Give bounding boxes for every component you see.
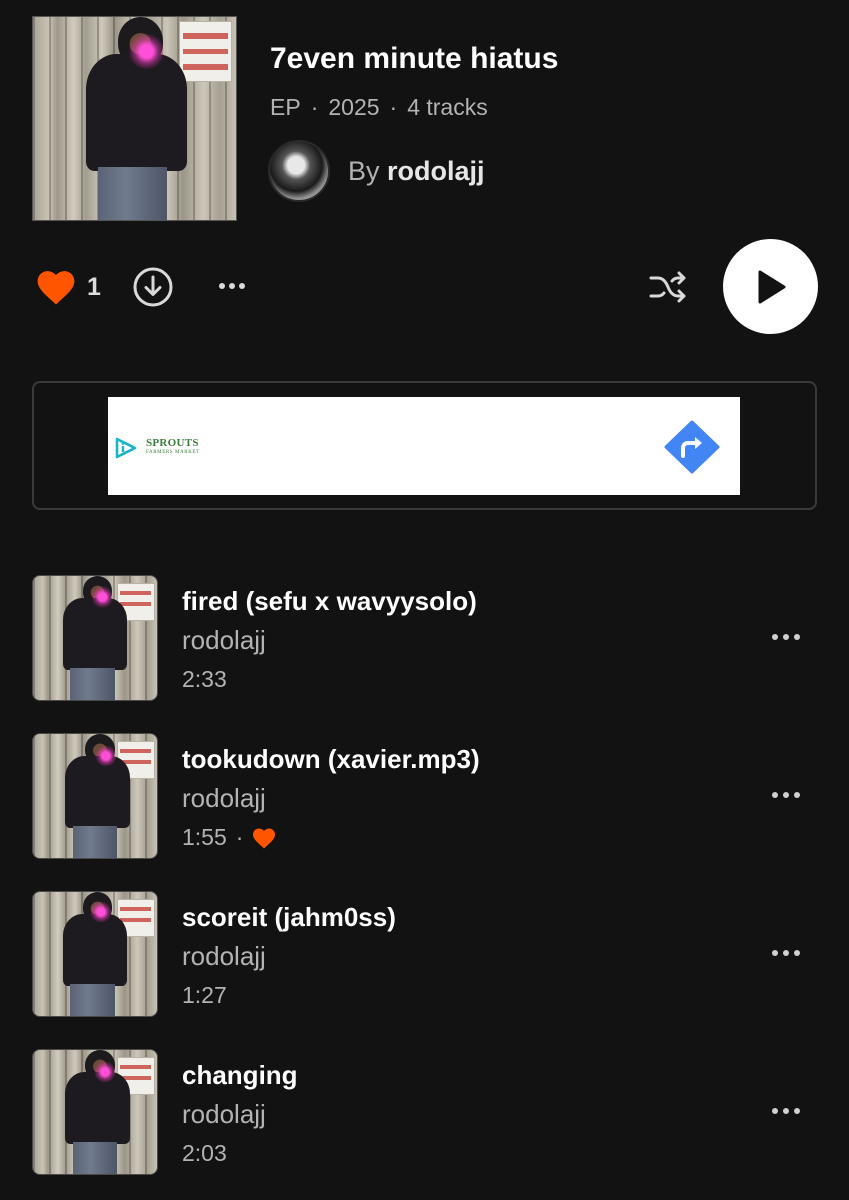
shuffle-icon bbox=[649, 271, 686, 303]
ad-tagline: FARMERS MARKET bbox=[146, 450, 200, 455]
track-duration: 1:27 bbox=[182, 982, 227, 1008]
track-artwork bbox=[32, 1049, 158, 1175]
ad-choices-icon bbox=[115, 437, 137, 459]
shuffle-button[interactable] bbox=[647, 266, 689, 308]
more-icon bbox=[219, 283, 245, 289]
track-artwork bbox=[32, 575, 158, 701]
track-more-icon[interactable] bbox=[768, 783, 804, 807]
track-artwork bbox=[32, 891, 158, 1017]
album-meta: EP · 2025 · 4 tracks bbox=[270, 94, 488, 120]
ad-brand: SPROUTS bbox=[146, 437, 199, 449]
track-more-icon[interactable] bbox=[768, 625, 804, 649]
track-artist: rodolajj bbox=[182, 941, 266, 971]
album-cover[interactable] bbox=[32, 16, 237, 221]
track-more-icon[interactable] bbox=[768, 1099, 804, 1123]
track-more-icon[interactable] bbox=[768, 941, 804, 965]
release-year: 2025 bbox=[328, 94, 380, 120]
artist-byline[interactable]: By rodolajj bbox=[348, 156, 485, 187]
track-duration: 2:33 bbox=[182, 666, 227, 692]
album-title: 7even minute hiatus bbox=[270, 42, 559, 75]
play-button[interactable] bbox=[723, 239, 818, 334]
like-button[interactable] bbox=[36, 268, 76, 306]
track-duration: 2:03 bbox=[182, 1140, 227, 1166]
more-options-button[interactable] bbox=[214, 272, 250, 300]
play-icon bbox=[758, 270, 785, 303]
track-artist: rodolajj bbox=[182, 1099, 266, 1129]
track-artist: rodolajj bbox=[182, 783, 266, 813]
track-duration: 1:55 · bbox=[182, 824, 276, 851]
track-title: scoreit (jahm0ss) bbox=[182, 902, 396, 932]
heart-icon bbox=[37, 271, 75, 305]
track-artwork bbox=[32, 733, 158, 859]
artist-avatar[interactable] bbox=[268, 140, 330, 202]
ad-banner[interactable]: SPROUTS FARMERS MARKET bbox=[108, 397, 740, 495]
download-button[interactable] bbox=[132, 266, 174, 308]
track-count: 4 tracks bbox=[407, 94, 488, 120]
track-title: fired (sefu x wavyysolo) bbox=[182, 586, 477, 616]
release-type: EP bbox=[270, 94, 301, 120]
track-title: tookudown (xavier.mp3) bbox=[182, 744, 480, 774]
directions-icon[interactable] bbox=[664, 420, 720, 474]
track-title: changing bbox=[182, 1060, 298, 1090]
liked-heart-icon bbox=[253, 828, 276, 848]
like-count: 1 bbox=[87, 273, 101, 301]
download-icon bbox=[133, 267, 173, 307]
artist-name[interactable]: rodolajj bbox=[387, 156, 485, 186]
album-page: 7even minute hiatus EP · 2025 · 4 tracks By … bbox=[0, 0, 849, 1200]
track-artist: rodolajj bbox=[182, 625, 266, 655]
